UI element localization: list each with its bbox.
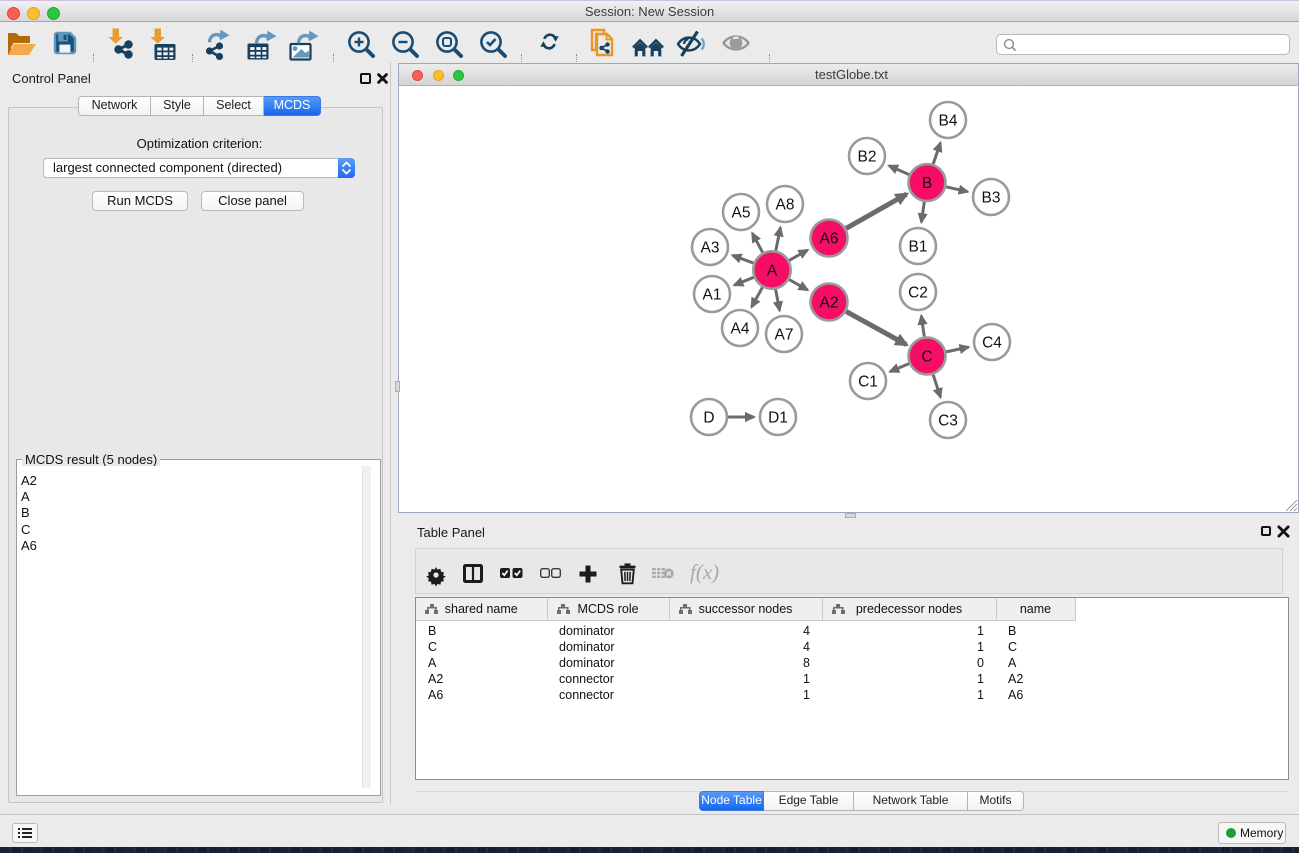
svg-text:B3: B3 xyxy=(982,190,1001,207)
svg-text:B1: B1 xyxy=(909,239,928,256)
svg-text:B: B xyxy=(922,175,932,192)
svg-text:B4: B4 xyxy=(939,113,958,130)
svg-text:A7: A7 xyxy=(775,327,794,344)
svg-text:C4: C4 xyxy=(982,335,1002,352)
svg-text:B2: B2 xyxy=(858,149,877,166)
svg-text:A2: A2 xyxy=(820,295,839,312)
svg-text:D1: D1 xyxy=(768,410,788,427)
svg-text:D: D xyxy=(703,410,714,427)
svg-text:A8: A8 xyxy=(776,197,795,214)
svg-text:A6: A6 xyxy=(820,231,839,248)
svg-text:C3: C3 xyxy=(938,413,958,430)
svg-text:A: A xyxy=(767,263,778,280)
svg-text:A4: A4 xyxy=(731,321,750,338)
svg-text:C1: C1 xyxy=(858,374,878,391)
svg-text:C2: C2 xyxy=(908,285,928,302)
svg-text:A3: A3 xyxy=(701,240,720,257)
svg-text:A1: A1 xyxy=(703,287,722,304)
svg-text:A5: A5 xyxy=(732,205,751,222)
svg-text:C: C xyxy=(921,349,932,366)
